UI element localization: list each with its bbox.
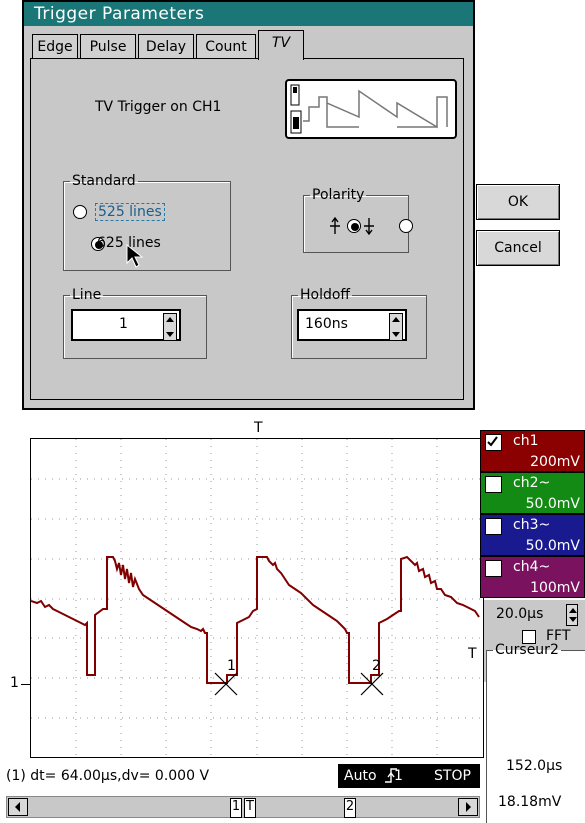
ch4-label: ch4~ [513, 559, 551, 575]
timebase-stepper[interactable] [566, 604, 578, 626]
ch4-scale: 100mV [530, 580, 580, 596]
scroll-marker-1: 1 [230, 798, 242, 818]
positive-sync-icon [330, 217, 340, 234]
tab-edge[interactable]: Edge [32, 34, 78, 60]
holdoff-spinbox[interactable]: 160ns [297, 309, 407, 341]
holdoff-value: 160ns [305, 316, 348, 332]
ch3-scale: 50.0mV [525, 538, 580, 554]
ch2-panel[interactable]: ch2~ 50.0mV [480, 472, 585, 514]
holdoff-legend: Holdoff [300, 287, 351, 303]
holdoff-stepper[interactable] [389, 313, 403, 341]
ground-marker-tick [21, 684, 30, 685]
line-stepper[interactable] [163, 313, 177, 341]
cancel-button[interactable]: Cancel [476, 230, 560, 266]
negative-sync-icon [364, 218, 374, 235]
radio-525-lines[interactable] [73, 205, 87, 219]
tv-trigger-caption: TV Trigger on CH1 [95, 99, 222, 115]
tv-signal-preview-icon [285, 79, 457, 139]
trigger-mode: Auto [344, 768, 377, 784]
ch2-scale: 50.0mV [525, 496, 580, 512]
run-state: STOP [434, 768, 471, 784]
ch1-trace [30, 555, 480, 684]
line-spinbox[interactable]: 1 [71, 309, 181, 341]
tab-delay[interactable]: Delay [138, 34, 194, 60]
tab-count[interactable]: Count [196, 34, 256, 60]
polarity-legend: Polarity [312, 187, 365, 203]
ch3-panel[interactable]: ch3~ 50.0mV [480, 514, 585, 556]
horizontal-position-scrollbar[interactable] [6, 796, 480, 818]
left-arrow-icon [15, 802, 20, 812]
ch1-label: ch1 [513, 433, 539, 449]
ch1-panel[interactable]: ch1 200mV [480, 430, 585, 472]
cursor-1-label: 1 [227, 658, 236, 674]
channel-1-ground-marker: 1 [10, 675, 19, 691]
dialog-title: Trigger Parameters [24, 2, 473, 26]
scroll-marker-trigger: T [244, 798, 256, 818]
standard-group: Standard [63, 173, 231, 271]
cursor-2-label: 2 [372, 658, 381, 674]
cursor-time-value: 152.0µs [506, 758, 563, 774]
timebase-value: 20.0µs [496, 606, 544, 622]
trigger-position-marker: T [254, 420, 263, 436]
mouse-pointer-icon [126, 243, 144, 268]
scroll-marker-2: 2 [344, 798, 356, 818]
ok-button[interactable]: OK [476, 184, 560, 220]
ch2-label: ch2~ [513, 475, 551, 491]
ch4-panel[interactable]: ch4~ 100mV [480, 556, 585, 598]
ch1-scale: 200mV [530, 454, 580, 470]
cursor-panel-legend: Curseur2 [495, 642, 559, 658]
tab-tv[interactable]: TV [258, 30, 304, 60]
label-525-lines[interactable]: 525 lines [95, 203, 165, 221]
trigger-parameters-dialog: Trigger Parameters Edge Pulse Delay Coun… [22, 0, 475, 410]
waveform-display: 1 2 [30, 438, 484, 758]
waveform-graph: 1 2 [30, 439, 483, 757]
line-legend: Line [72, 287, 102, 303]
line-value: 1 [119, 316, 128, 332]
acquisition-status-bar[interactable]: Auto 1 STOP [338, 764, 480, 788]
trigger-level-marker: T [468, 646, 477, 662]
cursor-measurement: (1) dt= 64.00µs,dv= 0.000 V [6, 768, 210, 784]
standard-legend: Standard [72, 173, 136, 189]
radio-polarity-negative[interactable] [399, 219, 414, 233]
trigger-source: 1 [394, 768, 403, 784]
right-arrow-icon [466, 802, 471, 812]
tv-tab-panel: TV Trigger on CH1 Standard 525 lines 625… [30, 58, 464, 400]
scroll-right-button[interactable] [458, 798, 478, 816]
tab-pulse[interactable]: Pulse [80, 34, 136, 60]
cursor-volt-value: 18.18mV [498, 794, 562, 810]
scroll-left-button[interactable] [8, 798, 28, 816]
ch3-label: ch3~ [513, 517, 551, 533]
